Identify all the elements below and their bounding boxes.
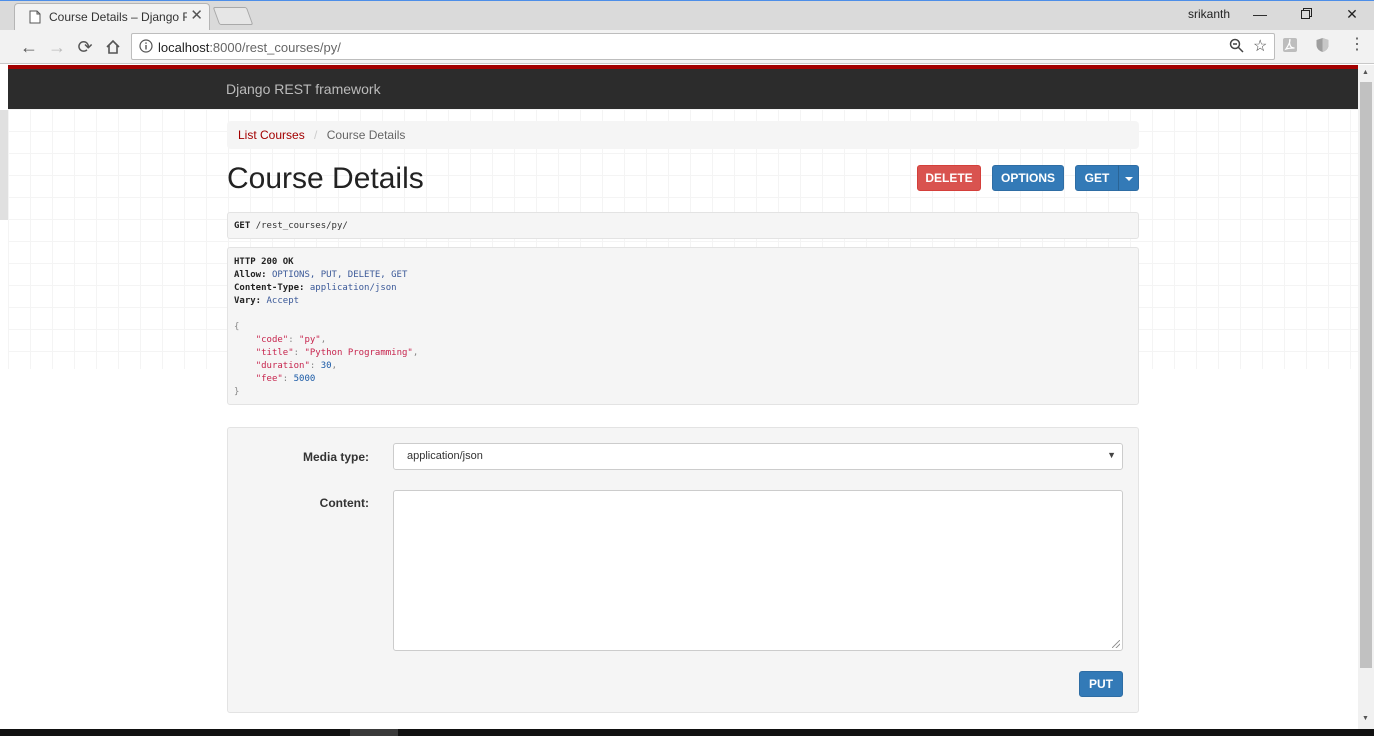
header-key: Content-Type: <box>234 283 305 293</box>
response-status: HTTP 200 OK <box>234 257 294 267</box>
page-viewport: Django REST framework List Courses / Cou… <box>8 65 1358 729</box>
vertical-scrollbar[interactable]: ▲ ▼ <box>1358 65 1374 729</box>
browser-tabstrip: Course Details – Django REST framework ✕… <box>0 0 1374 31</box>
taskbar-active-item[interactable] <box>350 729 398 736</box>
json-close-brace: } <box>234 387 240 397</box>
media-type-label: Media type: <box>302 450 369 464</box>
browser-user[interactable]: srikanth <box>1188 7 1230 21</box>
json-key: "code" <box>255 335 289 345</box>
brand-link[interactable]: Django REST framework <box>226 81 381 97</box>
home-icon[interactable] <box>100 34 126 60</box>
content-label: Content: <box>319 496 369 510</box>
browser-tab[interactable]: Course Details – Django REST framework ✕ <box>14 3 210 31</box>
json-key: "fee" <box>255 374 283 384</box>
page-icon <box>29 10 41 27</box>
json-open-brace: { <box>234 322 240 332</box>
request-method: GET <box>234 221 251 231</box>
json-value: "Python Programming" <box>304 348 413 358</box>
options-button[interactable]: OPTIONS <box>992 165 1064 191</box>
zoom-icon[interactable] <box>1229 38 1244 58</box>
page-title: Course Details <box>227 162 424 195</box>
scrollbar-thumb[interactable] <box>1360 82 1372 668</box>
header-key: Allow: <box>234 270 267 280</box>
close-window-icon[interactable]: ✕ <box>1338 3 1366 25</box>
breadcrumb-current: Course Details <box>326 128 406 142</box>
json-key: "duration" <box>255 361 310 371</box>
close-tab-icon[interactable]: ✕ <box>190 7 203 25</box>
caret-down-icon <box>1124 176 1133 181</box>
browser-toolbar: ← → ⟳ localhost:8000/rest_courses/py/ ☆ … <box>0 30 1374 64</box>
request-info: GET /rest_courses/py/ <box>227 212 1139 239</box>
restore-icon[interactable] <box>1292 3 1320 25</box>
breadcrumb-list-courses[interactable]: List Courses <box>238 128 305 142</box>
dropdown-arrow-icon: ▼ <box>1107 450 1116 460</box>
header-value: application/json <box>309 283 397 293</box>
back-icon[interactable]: ← <box>16 34 42 60</box>
scroll-up-icon[interactable]: ▲ <box>1362 69 1369 76</box>
get-button[interactable]: GET <box>1075 165 1119 191</box>
json-value: 5000 <box>293 374 316 384</box>
put-button[interactable]: PUT <box>1079 671 1123 697</box>
breadcrumb: List Courses / Course Details <box>227 121 1139 149</box>
get-format-dropdown[interactable] <box>1118 165 1139 191</box>
json-key: "title" <box>255 348 294 358</box>
request-path: /rest_courses/py/ <box>255 221 348 231</box>
address-bar[interactable]: localhost:8000/rest_courses/py/ ☆ <box>131 33 1275 60</box>
media-type-select[interactable]: application/json ▼ <box>393 443 1123 470</box>
resize-handle-icon[interactable] <box>1112 640 1120 648</box>
scroll-down-icon[interactable]: ▼ <box>1362 715 1369 722</box>
shield-extension-icon[interactable] <box>1315 37 1330 56</box>
minimize-icon[interactable]: — <box>1246 3 1274 25</box>
response-info: HTTP 200 OK Allow: OPTIONS, PUT, DELETE,… <box>227 247 1139 405</box>
reload-icon[interactable]: ⟳ <box>72 34 98 60</box>
tab-title: Course Details – Django REST framework <box>49 10 187 24</box>
os-taskbar <box>0 729 1374 736</box>
pdf-extension-icon[interactable] <box>1282 37 1298 56</box>
json-value: "py" <box>299 335 321 345</box>
page-edge <box>0 110 8 220</box>
forward-icon[interactable]: → <box>44 34 70 60</box>
url-text: localhost:8000/rest_courses/py/ <box>158 40 341 55</box>
top-navbar: Django REST framework <box>8 65 1358 109</box>
new-tab-button[interactable] <box>212 7 254 25</box>
header-value: Accept <box>266 296 300 306</box>
menu-kebab-icon[interactable]: ⋮ <box>1349 34 1365 54</box>
breadcrumb-separator: / <box>314 128 318 142</box>
header-value: OPTIONS, PUT, DELETE, GET <box>271 270 408 280</box>
delete-button[interactable]: DELETE <box>917 165 981 191</box>
bookmark-star-icon[interactable]: ☆ <box>1253 36 1267 56</box>
media-type-value: application/json <box>407 450 483 462</box>
header-key: Vary: <box>234 296 262 306</box>
content-textarea[interactable] <box>393 490 1123 651</box>
info-icon[interactable] <box>139 39 153 56</box>
put-form: Media type: application/json ▼ Content: … <box>227 427 1139 713</box>
json-value: 30 <box>320 361 332 371</box>
